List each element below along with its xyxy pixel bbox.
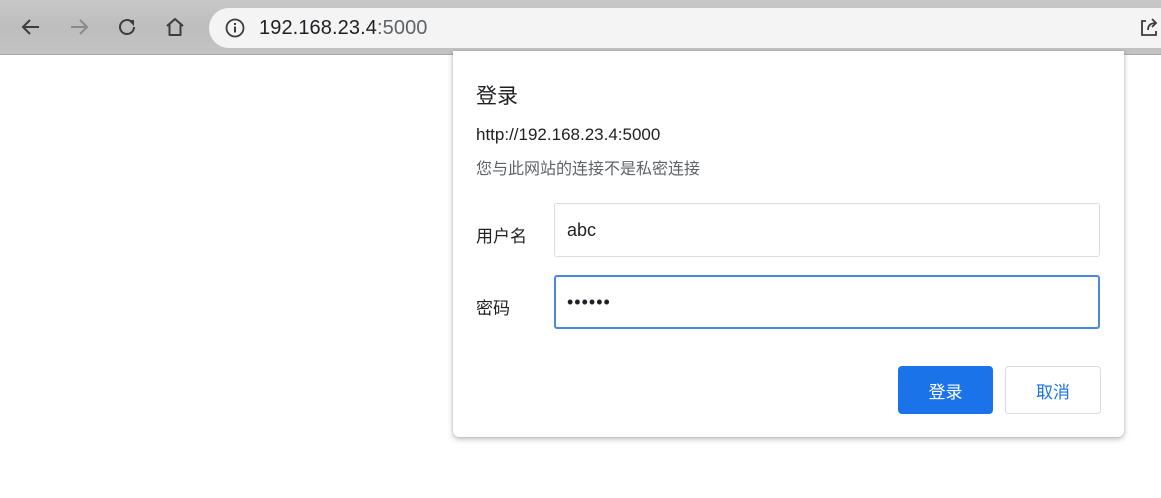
url-port: :5000 [376,17,428,39]
browser-toolbar: 192.168.23.4:5000 [0,0,1161,55]
url-host: 192.168.23.4 [259,17,377,39]
connection-warning: 您与此网站的连接不是私密连接 [476,161,701,178]
info-icon[interactable] [225,18,245,38]
dialog-title: 登录 [476,85,518,108]
cancel-button[interactable]: 取消 [1005,366,1101,414]
login-dialog: 登录 http://192.168.23.4:5000 您与此网站的连接不是私密… [453,51,1124,437]
password-input[interactable] [554,275,1100,329]
username-input[interactable] [554,203,1100,257]
address-bar[interactable]: 192.168.23.4:5000 [209,8,1161,48]
reload-icon [119,19,135,35]
home-icon [166,18,184,36]
password-label: 密码 [476,299,510,318]
home-button[interactable] [158,10,192,44]
reload-button[interactable] [110,10,144,44]
share-icon[interactable] [1138,16,1160,38]
url-text[interactable]: 192.168.23.4:5000 [259,17,428,39]
back-button[interactable] [14,10,48,44]
arrow-right-icon [71,19,89,35]
forward-button[interactable] [62,10,96,44]
username-label: 用户名 [476,227,527,246]
arrow-left-icon [21,19,39,35]
dialog-origin: http://192.168.23.4:5000 [476,125,661,144]
login-button[interactable]: 登录 [898,366,993,414]
